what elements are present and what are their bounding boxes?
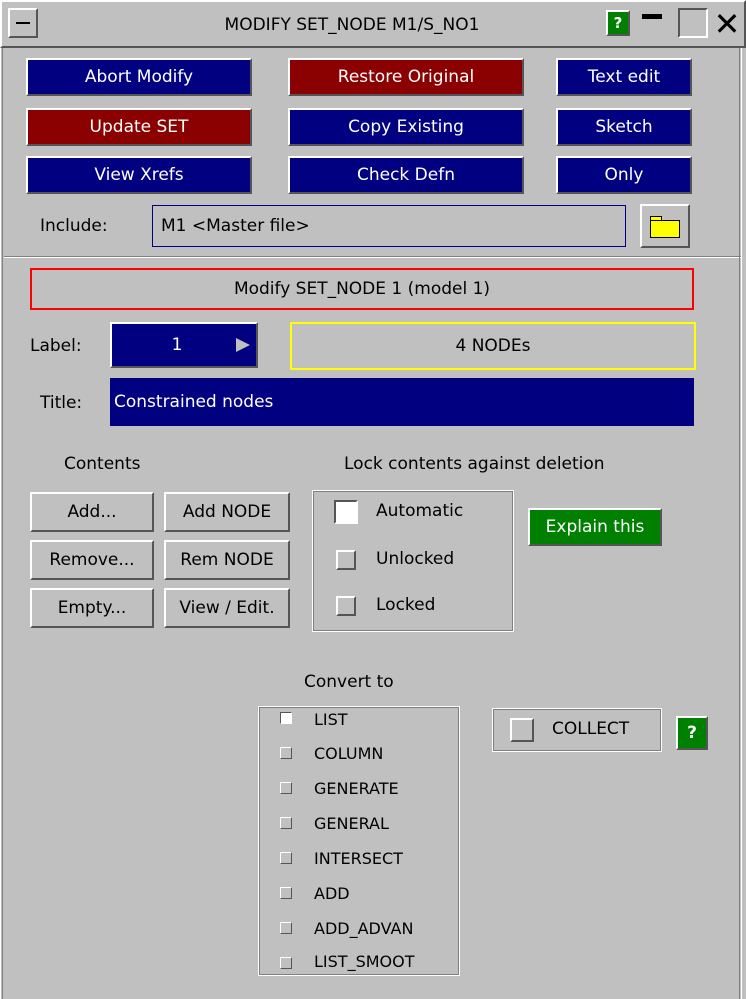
convert-general-radio[interactable] [280, 817, 292, 829]
modify-header: Modify SET_NODE 1 (model 1) [30, 268, 694, 310]
folder-icon [650, 216, 680, 238]
convert-general-label[interactable]: GENERAL [314, 810, 389, 836]
window-menu-button[interactable] [8, 8, 38, 38]
convert-heading: Convert to [304, 672, 394, 692]
convert-intersect-radio[interactable] [280, 852, 292, 864]
contents-heading: Contents [64, 454, 141, 474]
window-frame-right [739, 48, 742, 999]
convert-add-advan-label[interactable]: ADD_ADVAN [314, 915, 413, 941]
convert-column-radio[interactable] [280, 747, 292, 759]
title-bar: MODIFY SET_NODE M1/S_NO1 ? ✕ [0, 0, 746, 48]
convert-list-smoot-radio[interactable] [280, 957, 292, 969]
only-button[interactable]: Only [556, 156, 692, 194]
title-field[interactable]: Constrained nodes [110, 378, 694, 426]
include-label: Include: [40, 216, 108, 236]
add-node-button[interactable]: Add NODE [164, 492, 290, 532]
lock-heading: Lock contents against deletion [344, 454, 605, 474]
remove-button[interactable]: Remove... [30, 540, 154, 580]
add-button[interactable]: Add... [30, 492, 154, 532]
node-count: 4 NODEs [290, 322, 696, 370]
sketch-button[interactable]: Sketch [556, 108, 692, 146]
collect-checkbox[interactable] [510, 718, 534, 742]
title-label: Title: [40, 393, 83, 413]
window-title: MODIFY SET_NODE M1/S_NO1 [224, 15, 480, 35]
check-defn-button[interactable]: Check Defn [288, 156, 524, 194]
copy-existing-button[interactable]: Copy Existing [288, 108, 524, 146]
window-frame-left [0, 48, 3, 999]
maximize-button[interactable] [678, 8, 708, 38]
lock-automatic-checkbox[interactable] [334, 500, 358, 524]
lock-unlocked-checkbox[interactable] [336, 550, 356, 570]
convert-add-label[interactable]: ADD [314, 880, 350, 906]
help-button[interactable]: ? [606, 10, 630, 36]
restore-original-button[interactable]: Restore Original [288, 58, 524, 96]
convert-intersect-label[interactable]: INTERSECT [314, 845, 403, 871]
label-value: 1 [171, 335, 183, 355]
minimize-icon [642, 14, 662, 19]
convert-column-label[interactable]: COLUMN [314, 740, 383, 766]
minus-icon [16, 22, 30, 24]
folder-button[interactable] [640, 204, 690, 248]
convert-list-label[interactable]: LIST [314, 706, 348, 732]
update-set-button[interactable]: Update SET [26, 108, 252, 146]
lock-locked-label[interactable]: Locked [376, 590, 435, 620]
collect-help-button[interactable]: ? [676, 716, 708, 750]
close-icon[interactable]: ✕ [710, 5, 744, 43]
explain-this-button[interactable]: Explain this [528, 508, 662, 546]
convert-generate-label[interactable]: GENERATE [314, 775, 399, 801]
include-field[interactable]: M1 <Master file> [152, 205, 626, 247]
view-edit-button[interactable]: View / Edit. [164, 588, 290, 628]
divider [4, 256, 742, 258]
label-field[interactable]: 1 [110, 322, 258, 368]
empty-button[interactable]: Empty... [30, 588, 154, 628]
minimize-button[interactable] [640, 10, 664, 36]
convert-list-radio[interactable] [280, 712, 292, 724]
text-edit-button[interactable]: Text edit [556, 58, 692, 96]
abort-modify-button[interactable]: Abort Modify [26, 58, 252, 96]
collect-label[interactable]: COLLECT [552, 714, 629, 744]
lock-locked-checkbox[interactable] [336, 596, 356, 616]
arrow-right-icon [236, 338, 250, 352]
lock-automatic-label[interactable]: Automatic [376, 496, 463, 526]
view-xrefs-button[interactable]: View Xrefs [26, 156, 252, 194]
rem-node-button[interactable]: Rem NODE [164, 540, 290, 580]
convert-add-advan-radio[interactable] [280, 922, 292, 934]
label-label: Label: [30, 336, 82, 356]
lock-unlocked-label[interactable]: Unlocked [376, 544, 454, 574]
convert-add-radio[interactable] [280, 887, 292, 899]
convert-generate-radio[interactable] [280, 782, 292, 794]
convert-list-smoot-label[interactable]: LIST_SMOOT [314, 948, 414, 974]
